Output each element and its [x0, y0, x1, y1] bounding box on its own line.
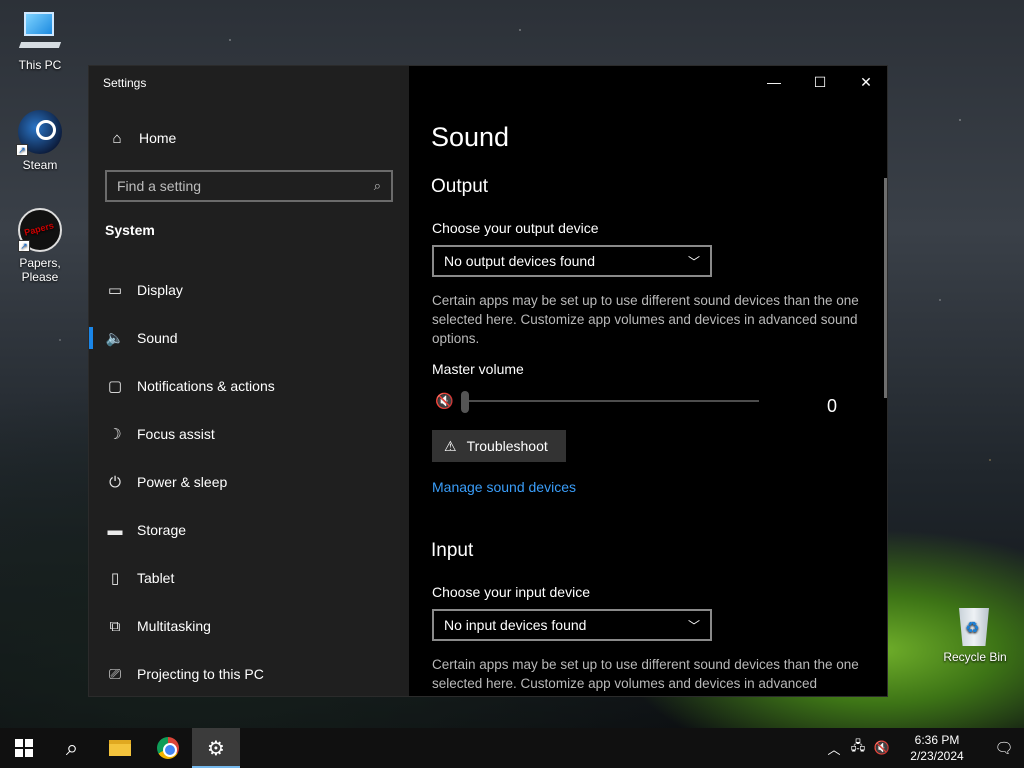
moon-icon: ☽	[108, 426, 122, 443]
output-device-value: No output devices found	[444, 253, 595, 269]
input-device-dropdown[interactable]: No input devices found ﹀	[432, 609, 712, 641]
action-center-icon[interactable]: 🗨	[984, 739, 1024, 757]
settings-taskbar-button[interactable]: ⚙	[192, 728, 240, 768]
start-button[interactable]	[0, 728, 48, 768]
master-volume-slider-thumb[interactable]	[461, 391, 469, 413]
chrome-icon	[157, 737, 179, 759]
clock-date: 2/23/2024	[910, 749, 964, 763]
windows-logo-icon	[15, 739, 33, 757]
manage-sound-devices-link[interactable]: Manage sound devices	[432, 479, 576, 495]
sidebar-item-sound[interactable]: 🔈 Sound	[89, 314, 409, 362]
folder-icon	[109, 740, 131, 756]
sidebar-item-label: Focus assist	[137, 426, 215, 442]
output-device-label: Choose your output device	[432, 220, 599, 236]
chevron-down-icon: ﹀	[687, 618, 700, 633]
sidebar-home[interactable]: ⌂ Home	[89, 122, 409, 154]
taskbar: ⌕ ⚙ ︿ 🖧 🔇 6:36 PM 2/23/2024 🗨	[0, 728, 1024, 768]
search-input[interactable]	[117, 178, 374, 194]
sidebar-nav: ▭ Display 🔈 Sound ▢ Notifications & acti…	[89, 266, 409, 696]
close-button[interactable]: ✕	[843, 66, 887, 98]
page-title: Sound	[431, 122, 510, 152]
sidebar-item-label: Tablet	[137, 570, 175, 586]
search-box[interactable]: ⌕	[105, 170, 393, 202]
search-button[interactable]: ⌕	[48, 728, 96, 768]
chevron-down-icon: ﹀	[687, 254, 700, 269]
speaker-icon: 🔈	[105, 330, 125, 347]
sidebar-item-label: Storage	[137, 522, 187, 538]
gear-icon: ⚙	[207, 737, 225, 760]
clock-time: 6:36 PM	[914, 733, 960, 747]
notifications-icon: ▢	[107, 378, 123, 395]
input-heading: Input	[431, 540, 474, 561]
papers-please-icon: ↗	[18, 208, 62, 252]
steam-icon: ↗	[16, 110, 62, 156]
sidebar-item-notifications[interactable]: ▢ Notifications & actions	[89, 362, 409, 410]
multitasking-icon: ⧉	[109, 617, 121, 635]
sidebar-item-power-sleep[interactable]: ⏻ Power & sleep	[89, 458, 409, 506]
sidebar-item-display[interactable]: ▭ Display	[89, 266, 409, 314]
sidebar-item-focus-assist[interactable]: ☽ Focus assist	[89, 410, 409, 458]
desktop-icon-label: Steam	[22, 158, 58, 172]
warning-icon: ⚠	[444, 437, 457, 454]
minimize-button[interactable]: —	[751, 66, 797, 98]
home-icon: ⌂	[112, 129, 122, 147]
sidebar-section-title: System	[105, 222, 155, 238]
storage-icon: ▬	[107, 521, 123, 539]
sidebar-item-label: Sound	[137, 330, 178, 346]
master-volume-label: Master volume	[432, 361, 524, 377]
system-tray: ︿ 🖧 🔇 6:36 PM 2/23/2024 🗨	[822, 728, 1024, 768]
sidebar-item-label: Power & sleep	[137, 474, 228, 490]
this-pc-icon	[18, 10, 62, 54]
clock[interactable]: 6:36 PM 2/23/2024	[898, 732, 976, 764]
desktop-icon-label: Recycle Bin	[943, 650, 1007, 664]
sidebar-home-label: Home	[139, 130, 177, 146]
muted-speaker-icon[interactable]: 🔇	[435, 392, 454, 410]
network-icon[interactable]: 🖧	[846, 737, 870, 759]
desktop-icon-this-pc[interactable]: This PC	[0, 10, 80, 72]
master-volume-slider[interactable]	[467, 400, 759, 402]
output-description: Certain apps may be set up to use differ…	[432, 293, 859, 346]
master-volume-value: 0	[827, 396, 838, 416]
sidebar-item-tablet[interactable]: ▯ Tablet	[89, 554, 409, 602]
settings-sidebar: Settings ⌂ Home ⌕ System ▭ Display 🔈 Sou…	[89, 66, 409, 696]
output-device-dropdown[interactable]: No output devices found ﹀	[432, 245, 712, 277]
tablet-icon: ▯	[110, 570, 120, 587]
desktop-icon-label: Papers, Please	[19, 256, 61, 284]
output-heading: Output	[431, 176, 489, 197]
input-device-label: Choose your input device	[432, 584, 590, 600]
projecting-icon: ⎚	[108, 665, 121, 683]
desktop-icon-papers-please[interactable]: ↗ Papers, Please	[0, 208, 80, 284]
sidebar-item-label: Projecting to this PC	[137, 666, 264, 682]
power-icon: ⏻	[109, 473, 121, 491]
chevron-up-icon[interactable]: ︿	[822, 739, 846, 758]
input-device-value: No input devices found	[444, 617, 587, 633]
file-explorer-button[interactable]	[96, 728, 144, 768]
recycle-bin-icon: ♻	[953, 602, 997, 646]
display-icon: ▭	[107, 282, 123, 299]
desktop-icon-recycle-bin[interactable]: ♻ Recycle Bin	[935, 602, 1015, 664]
troubleshoot-button[interactable]: ⚠ Troubleshoot	[432, 430, 566, 462]
sound-page: — ☐ ✕ Sound Output Choose your output de…	[409, 66, 887, 696]
chrome-button[interactable]	[144, 728, 192, 768]
window-title: Settings	[103, 76, 147, 90]
troubleshoot-label: Troubleshoot	[466, 438, 548, 454]
search-icon: ⌕	[65, 735, 79, 760]
desktop-icon-label: This PC	[18, 58, 62, 72]
input-description: Certain apps may be set up to use differ…	[432, 657, 859, 691]
sidebar-item-label: Multitasking	[137, 618, 211, 634]
sidebar-item-storage[interactable]: ▬ Storage	[89, 506, 409, 554]
sidebar-item-multitasking[interactable]: ⧉ Multitasking	[89, 602, 409, 650]
content-scrollbar[interactable]	[884, 178, 887, 398]
desktop-icon-steam[interactable]: ↗ Steam	[0, 110, 80, 172]
sidebar-item-label: Notifications & actions	[137, 378, 275, 394]
volume-muted-icon[interactable]: 🔇	[870, 740, 894, 756]
sidebar-item-projecting[interactable]: ⎚ Projecting to this PC	[89, 650, 409, 696]
maximize-button[interactable]: ☐	[797, 66, 843, 98]
search-icon[interactable]: ⌕	[374, 178, 381, 194]
settings-window: Settings ⌂ Home ⌕ System ▭ Display 🔈 Sou…	[88, 65, 888, 697]
sidebar-item-label: Display	[137, 282, 183, 298]
